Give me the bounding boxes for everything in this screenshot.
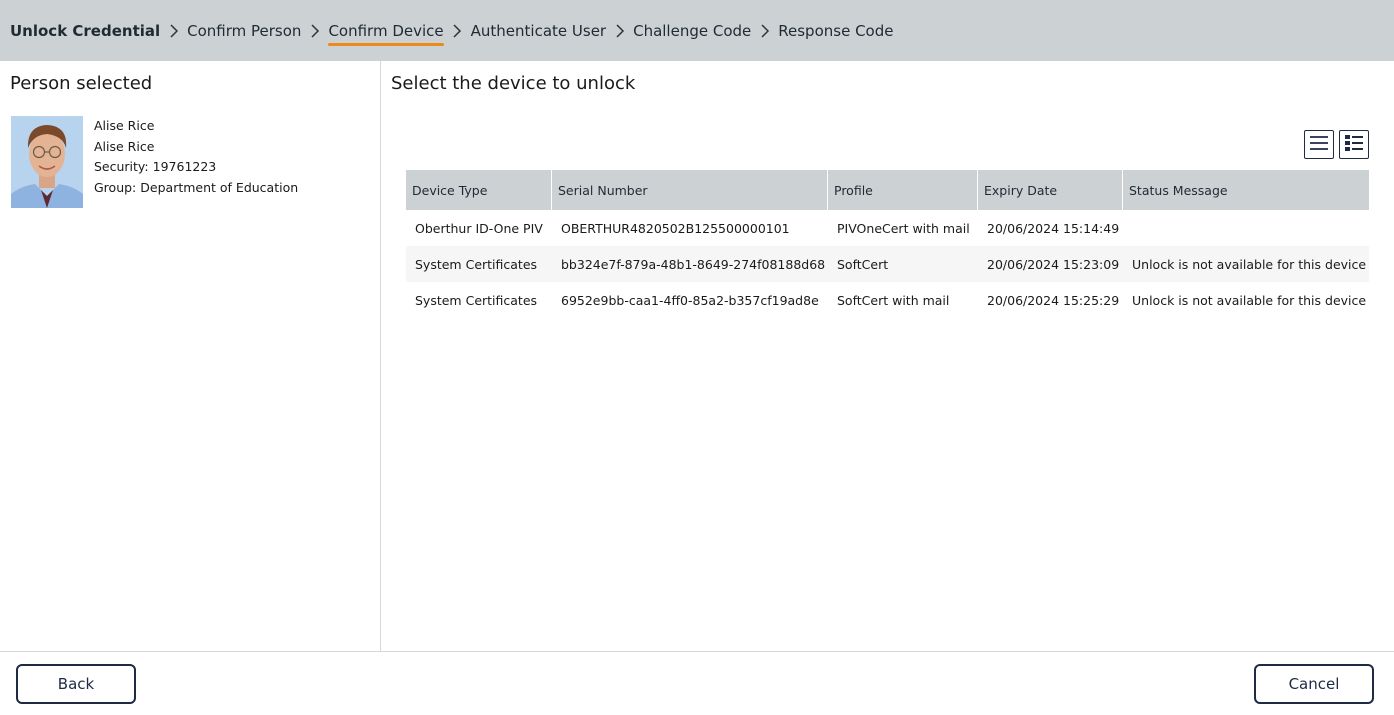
cell-status-message: Unlock is not available for this device: [1132, 256, 1367, 272]
security-label: Security:: [94, 159, 149, 174]
chevron-right-icon: [160, 22, 187, 40]
group-value: Department of Education: [140, 179, 299, 195]
avatar: [11, 116, 83, 208]
column-header-profile[interactable]: Profile: [828, 170, 978, 210]
cell-profile: PIVOneCert with mail: [837, 220, 970, 236]
device-table: Device Type Serial Number Profile Expiry…: [406, 170, 1369, 318]
cell-profile: SoftCert with mail: [837, 292, 950, 308]
column-header-device-type[interactable]: Device Type: [406, 170, 552, 210]
person-name: Alise Rice: [94, 118, 155, 133]
column-header-serial-number[interactable]: Serial Number: [552, 170, 828, 210]
cell-device-type: Oberthur ID-One PIV: [415, 220, 543, 236]
detail-view-button[interactable]: [1339, 130, 1369, 159]
cell-expiry-date: 20/06/2024 15:25:29: [987, 292, 1120, 308]
cell-serial-number: OBERTHUR4820502B125500000101: [561, 220, 790, 236]
detail-view-icon: [1344, 134, 1364, 156]
security-value: 19761223: [152, 159, 217, 174]
device-panel-title: Select the device to unlock: [391, 73, 636, 94]
list-view-button[interactable]: [1304, 130, 1334, 159]
table-header: Device Type Serial Number Profile Expiry…: [406, 170, 1369, 210]
cell-serial-number: 6952e9bb-caa1-4ff0-85a2-b357cf19ad8e: [561, 292, 819, 308]
table-row[interactable]: System Certificates bb324e7f-879a-48b1-8…: [406, 246, 1369, 282]
person-group: Group: Department of Education: [94, 178, 298, 199]
cancel-button[interactable]: Cancel: [1254, 664, 1374, 704]
cell-status-message: Unlock is not available for this device: [1132, 292, 1367, 308]
person-display-name: Alise Rice: [94, 138, 155, 154]
cell-serial-number: bb324e7f-879a-48b1-8649-274f08188d68: [561, 256, 826, 272]
breadcrumb-step-confirm-person[interactable]: Confirm Person: [187, 18, 301, 44]
person-panel-title: Person selected: [10, 73, 153, 94]
column-header-status-message[interactable]: Status Message: [1123, 170, 1369, 210]
chevron-right-icon: [751, 22, 778, 40]
cell-profile: SoftCert: [837, 256, 889, 272]
list-view-icon: [1309, 135, 1329, 155]
cell-device-type: System Certificates: [415, 256, 538, 272]
person-details: Alise Rice Alise Rice Security: 19761223 …: [94, 116, 298, 198]
person-panel: Person selected Alise Rice Alise Rice Se…: [0, 61, 381, 651]
breadcrumb-step-challenge-code: Challenge Code: [633, 21, 752, 40]
group-label: Group:: [94, 179, 137, 195]
table-row[interactable]: System Certificates 6952e9bb-caa1-4ff0-8…: [406, 282, 1369, 318]
cell-expiry-date: 20/06/2024 15:23:09: [987, 256, 1120, 272]
column-header-expiry-date[interactable]: Expiry Date: [978, 170, 1123, 210]
cell-expiry-date: 20/06/2024 15:14:49: [987, 220, 1120, 236]
cell-device-type: System Certificates: [415, 292, 538, 308]
breadcrumb: Unlock Credential Confirm Person Confirm…: [0, 0, 1394, 61]
breadcrumb-step-confirm-device[interactable]: Confirm Device: [328, 18, 444, 46]
chevron-right-icon: [444, 22, 471, 40]
breadcrumb-step-unlock-credential: Unlock Credential: [10, 21, 161, 40]
breadcrumb-step-authenticate-user: Authenticate User: [470, 21, 607, 40]
table-row[interactable]: Oberthur ID-One PIV OBERTHUR4820502B1255…: [406, 210, 1369, 246]
breadcrumb-step-response-code: Response Code: [778, 21, 894, 40]
back-button[interactable]: Back: [16, 664, 136, 704]
device-panel: Select the device to unlock Device Type: [381, 61, 1394, 651]
chevron-right-icon: [301, 22, 328, 40]
chevron-right-icon: [606, 22, 633, 40]
footer-bar: Back Cancel: [0, 651, 1394, 715]
person-security: Security: 19761223: [94, 157, 298, 178]
